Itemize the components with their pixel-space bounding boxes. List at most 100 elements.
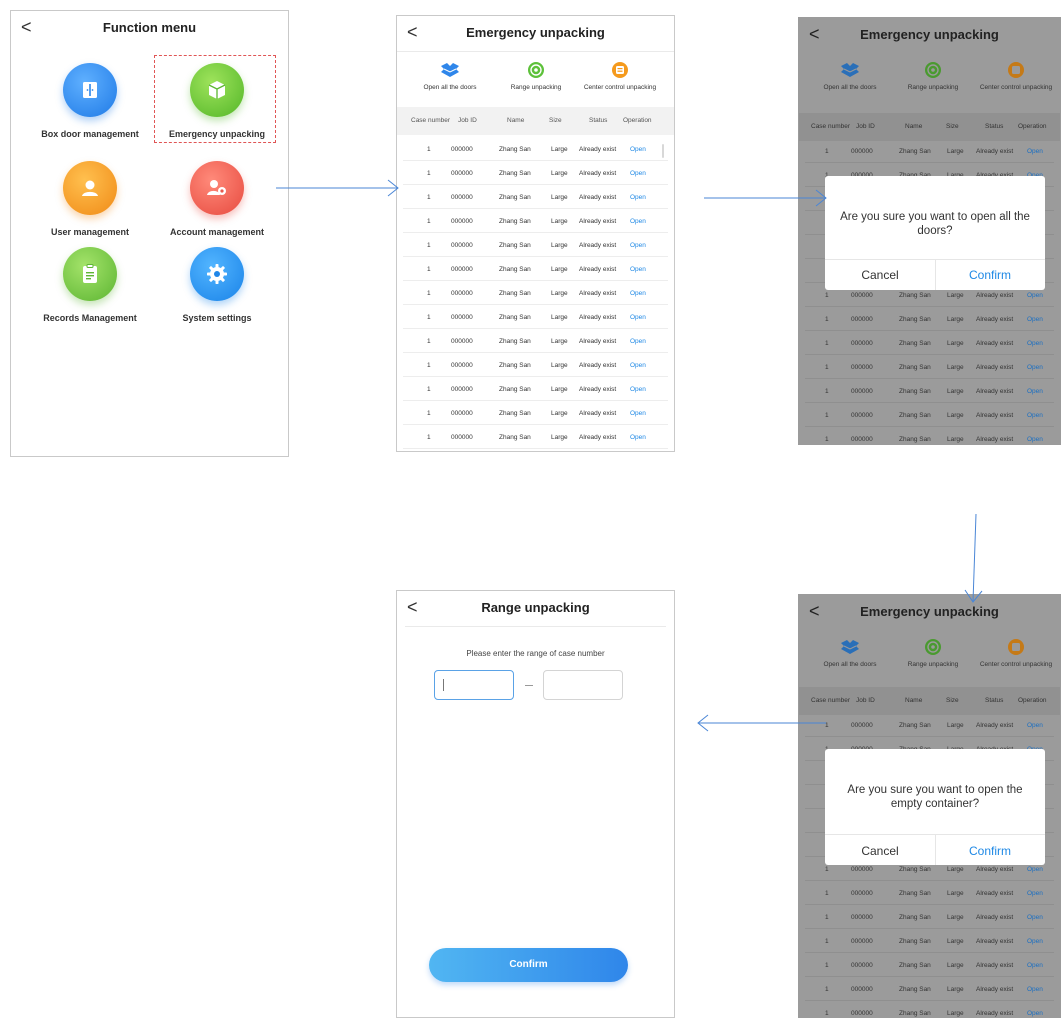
scrollbar[interactable] [662,144,664,158]
menu-item-user-management[interactable]: User management [20,161,160,251]
column-header: Case number [411,117,451,124]
table-cell: 000000 [451,194,473,201]
confirm-dialog: Are you sure you want to open the empty … [825,749,1045,865]
open-link[interactable]: Open [630,218,646,225]
open-all-doors-button[interactable]: Open all the doors [805,52,895,91]
menu-item-records-management[interactable]: Records Management [20,247,160,337]
table-cell: Already exist [579,146,617,153]
table-cell: 1 [825,316,829,323]
open-link[interactable]: Open [630,362,646,369]
table-cell: Large [551,434,568,441]
table-cell: Already exist [579,218,617,225]
tool-label: Center control unpacking [583,84,657,91]
open-link[interactable]: Open [1027,1010,1043,1017]
header: < Emergency unpacking [799,595,1060,631]
cancel-button[interactable]: Cancel [825,268,935,282]
open-link[interactable]: Open [1027,890,1043,897]
table-row: 1 000000 Zhang San Large Already exist Open [397,401,674,425]
confirm-button[interactable]: Confirm [935,268,1045,282]
open-link[interactable]: Open [630,410,646,417]
menu-item-emergency-unpacking[interactable]: Emergency unpacking [147,63,287,153]
table-cell: Large [947,866,964,873]
table-row: 1 000000 Zhang San Large Already exist Open [397,161,674,185]
open-link[interactable]: Open [1027,938,1043,945]
open-link[interactable]: Open [1027,388,1043,395]
center-control-unpacking-button[interactable]: Center control unpacking [575,52,665,91]
range-separator [525,685,533,686]
cancel-button[interactable]: Cancel [825,844,935,858]
table-cell: Large [551,266,568,273]
table-cell: 000000 [851,340,873,347]
table-cell: Already exist [976,722,1014,729]
table-row: 1 000000 Zhang San Large Already exist Open [799,379,1060,403]
open-link[interactable]: Open [1027,436,1043,443]
range-unpacking-button[interactable]: Range unpacking [491,52,581,91]
table-row: 1 000000 Zhang San Large Already exist Open [799,427,1060,444]
table-cell: Zhang San [499,290,531,297]
confirm-button[interactable]: Confirm [935,844,1045,858]
open-link[interactable]: Open [1027,148,1043,155]
open-link[interactable]: Open [630,170,646,177]
table-row: 1 000000 Zhang San Large Already exist Open [799,929,1060,953]
open-link[interactable]: Open [1027,412,1043,419]
table-cell: Large [551,218,568,225]
table-cell: Already exist [976,890,1014,897]
open-link[interactable]: Open [1027,340,1043,347]
open-link[interactable]: Open [630,266,646,273]
open-link[interactable]: Open [1027,914,1043,921]
table-cell: 000000 [851,890,873,897]
table-cell: Large [947,340,964,347]
center-control-unpacking-button[interactable]: Center control unpacking [971,629,1060,668]
menu-item-account-management[interactable]: Account management [147,161,287,251]
table-row: 1 000000 Zhang San Large Already exist Open [397,305,674,329]
column-header: Status [985,123,1004,130]
table-cell: Large [947,148,964,155]
open-link[interactable]: Open [630,242,646,249]
range-unpacking-button[interactable]: Range unpacking [888,629,978,668]
tool-label: Range unpacking [907,84,959,91]
table-cell: 1 [427,314,431,321]
open-link[interactable]: Open [1027,986,1043,993]
table-header: Case number Job ID Name Size Status Oper… [799,687,1060,715]
range-from-input[interactable] [434,670,514,700]
open-link[interactable]: Open [1027,722,1043,729]
menu-item-label: User management [50,227,130,237]
confirm-button[interactable]: Confirm [429,948,628,982]
open-link[interactable]: Open [630,314,646,321]
open-link[interactable]: Open [630,338,646,345]
open-link[interactable]: Open [630,194,646,201]
open-link[interactable]: Open [1027,316,1043,323]
table-cell: 1 [427,218,431,225]
menu-item-system-settings[interactable]: System settings [147,247,287,337]
table-row: 1 000000 Zhang San Large Already exist Open [799,403,1060,427]
open-link[interactable]: Open [630,290,646,297]
menu-item-box-door-management[interactable]: Box door management [20,63,160,153]
range-unpacking-button[interactable]: Range unpacking [888,52,978,91]
open-link[interactable]: Open [1027,866,1043,873]
table-cell: Zhang San [899,436,931,443]
toolbar: Open all the doors Range unpacking Cente… [397,52,674,104]
open-link[interactable]: Open [630,434,646,441]
column-header: Name [905,123,923,130]
table-row: 1 000000 Zhang San Large Already exist Open [397,329,674,353]
open-all-doors-confirm-screen: < Emergency unpacking Open all the doors… [798,17,1061,445]
table-cell: 000000 [451,410,473,417]
column-header: Job ID [458,117,477,124]
open-link[interactable]: Open [1027,292,1043,299]
column-header: Job ID [856,123,875,130]
open-link[interactable]: Open [630,146,646,153]
table-cell: Zhang San [499,242,531,249]
open-link[interactable]: Open [1027,962,1043,969]
table-cell: Large [551,338,568,345]
range-to-input[interactable] [543,670,623,700]
open-all-doors-button[interactable]: Open all the doors [805,629,895,668]
table-cell: Already exist [579,362,617,369]
open-link[interactable]: Open [1027,364,1043,371]
table-cell: Zhang San [899,986,931,993]
open-link[interactable]: Open [630,386,646,393]
center-control-unpacking-button[interactable]: Center control unpacking [971,52,1060,91]
open-all-doors-button[interactable]: Open all the doors [405,52,495,91]
table-cell: 1 [825,914,829,921]
table-cell: 000000 [851,412,873,419]
range-icon [923,637,943,657]
